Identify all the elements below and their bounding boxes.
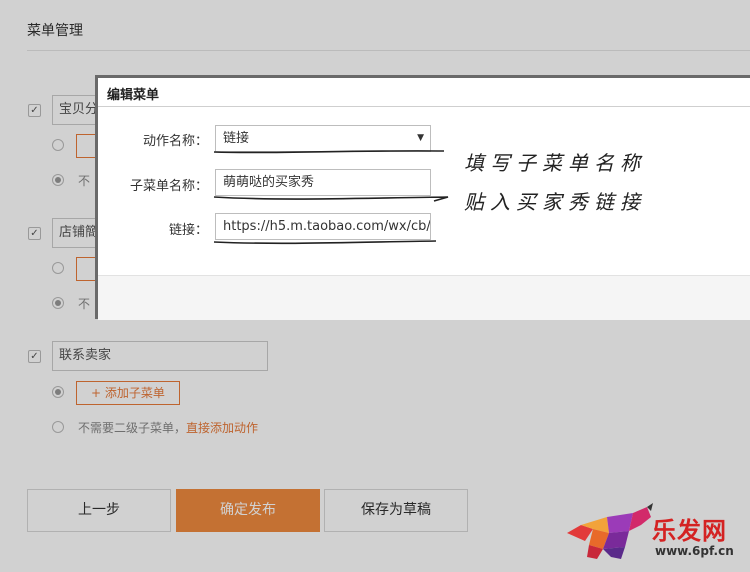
- action-name-value: 链接: [223, 131, 250, 146]
- link-label: 链接：: [168, 223, 208, 238]
- annotation-fill-submenu-name: 填写子菜单名称: [464, 151, 646, 175]
- dialog-footer: [98, 275, 750, 320]
- dialog-title: 编辑菜单: [107, 88, 160, 103]
- bull-logo-icon: [567, 503, 653, 559]
- watermark-url: www.6pf.cn: [655, 544, 734, 558]
- edit-menu-dialog: 编辑菜单 动作名称： 链接 ▼ 子菜单名称： 萌萌哒的买家秀 链接： https…: [95, 75, 750, 320]
- submenu-name-label: 子菜单名称：: [129, 179, 208, 194]
- action-name-label: 动作名称：: [142, 134, 208, 149]
- watermark-brand: 乐发网: [652, 516, 727, 545]
- annotation-paste-link: 贴入买家秀链接: [464, 190, 646, 214]
- handwritten-underlines: [213, 150, 449, 245]
- dialog-title-divider: [98, 106, 750, 107]
